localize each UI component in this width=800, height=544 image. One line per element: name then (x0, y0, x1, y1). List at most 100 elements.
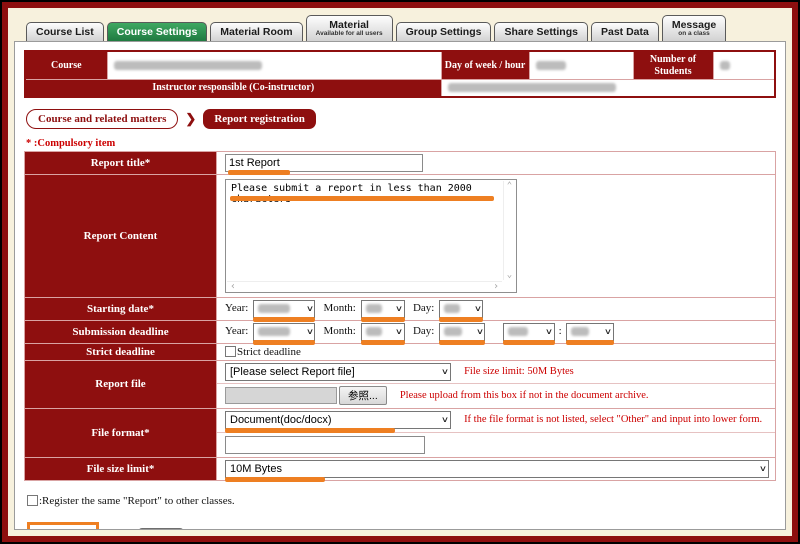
back-button[interactable]: Back (139, 529, 183, 531)
register-other-checkbox[interactable] (27, 495, 38, 506)
deadline-year-select[interactable]: ∨ (253, 323, 315, 341)
starting-year-select[interactable]: ∨ (253, 300, 315, 318)
report-title-row: Report title* (25, 151, 776, 174)
annotation-underline (361, 317, 405, 322)
file-size-limit-row: File size limit* 10M Bytes∨ (25, 457, 776, 480)
report-title-cell (217, 151, 776, 174)
file-size-limit-select[interactable]: 10M Bytes ∨ (225, 460, 769, 478)
tab-label: Material Room (220, 26, 292, 38)
tab-label: Past Data (601, 26, 649, 38)
deadline-day-select[interactable]: ∨ (439, 323, 485, 341)
tab-bar: Course List Course Settings Material Roo… (14, 11, 786, 41)
file-format-other-input[interactable] (225, 436, 425, 454)
day-of-week-label: Day of week / hour (441, 51, 529, 80)
redacted-month (366, 327, 382, 336)
chevron-down-icon: ∨ (441, 367, 449, 376)
file-format-label: File format* (25, 408, 217, 457)
tab-past-data[interactable]: Past Data (591, 22, 659, 41)
scroll-left-icon[interactable]: ‹ (230, 281, 236, 292)
chevron-down-icon: ∨ (604, 327, 612, 336)
day-label: Day: (413, 302, 434, 314)
report-content-cell: Please submit a report in less than 2000… (217, 174, 776, 297)
starting-day-select[interactable]: ∨ (439, 300, 483, 318)
chevron-down-icon: ∨ (305, 327, 313, 336)
scroll-up-icon[interactable]: ⌃ (507, 181, 512, 191)
report-file-label: Report file (25, 360, 217, 408)
redacted-year (258, 304, 290, 313)
horizontal-scrollbar[interactable]: ‹ › (227, 281, 502, 291)
deadline-minute-select[interactable]: ∨ (566, 323, 614, 341)
starting-date-label: Starting date* (25, 297, 217, 320)
annotation-underline (230, 196, 494, 201)
tab-share-settings[interactable]: Share Settings (494, 22, 588, 41)
tab-group-settings[interactable]: Group Settings (396, 22, 492, 41)
year-label: Year: (225, 325, 248, 337)
browse-button[interactable]: 参照... (339, 386, 387, 405)
report-file-select[interactable]: [Please select Report file] ∨ (225, 363, 451, 381)
deadline-month-select[interactable]: ∨ (361, 323, 405, 341)
tab-course-settings[interactable]: Course Settings (107, 22, 208, 41)
annotation-underline (225, 428, 395, 433)
content-panel: Course Day of week / hour Number of Stud… (14, 41, 786, 530)
redacted-minute (571, 327, 589, 336)
instructor-value (441, 80, 775, 97)
instructor-label-text: Instructor responsible (Co-instructor) (152, 82, 314, 94)
strict-deadline-cell: Strict deadline (217, 343, 776, 360)
chevron-down-icon: ∨ (473, 304, 481, 313)
report-form-table: Report title* Report Content Please subm… (24, 151, 776, 481)
file-upload-field[interactable] (225, 387, 337, 404)
chevron-down-icon: ∨ (759, 464, 767, 473)
annotation-underline (361, 340, 405, 345)
file-format-other-line (217, 432, 775, 457)
annotation-underline (566, 340, 614, 345)
report-title-input[interactable] (225, 154, 423, 172)
chevron-down-icon: ∨ (395, 304, 403, 313)
chevron-down-icon: ∨ (395, 327, 403, 336)
redacted-month (366, 304, 382, 313)
month-label: Month: (323, 302, 355, 314)
tab-label: Course Settings (117, 26, 198, 38)
register-other-label: :Register the same "Report" to other cla… (39, 495, 235, 507)
report-file-select-value: [Please select Report file] (230, 366, 355, 378)
file-size-note: File size limit: 50M Bytes (464, 366, 574, 377)
compulsory-note: * :Compulsory item (26, 138, 776, 149)
file-format-note: If the file format is not listed, select… (464, 414, 762, 425)
file-format-select-line: Document(doc/docx) ∨ If the file format i… (217, 409, 775, 432)
course-value (107, 51, 441, 80)
redacted-instructor-value (448, 83, 616, 92)
annotation-highlight-box: Register (27, 522, 99, 531)
chevron-down-icon: ∨ (475, 327, 483, 336)
report-content-text: Please submit a report in less than 2000… (231, 183, 472, 205)
file-size-limit-cell: 10M Bytes ∨ (217, 457, 776, 480)
chevron-down-icon: ∨ (441, 415, 449, 424)
tab-label: Course List (36, 26, 94, 38)
strict-deadline-checkbox[interactable] (225, 346, 236, 357)
chevron-down-icon: ∨ (544, 327, 552, 336)
students-value (713, 51, 775, 80)
redacted-year (258, 327, 290, 336)
deadline-hour-select[interactable]: ∨ (503, 323, 555, 341)
starting-month-select[interactable]: ∨ (361, 300, 405, 318)
strict-deadline-row: Strict deadline Strict deadline (25, 343, 776, 360)
tab-material[interactable]: MaterialAvailable for all users (306, 15, 393, 41)
file-format-select-value: Document(doc/docx) (230, 414, 332, 426)
tab-material-room[interactable]: Material Room (210, 22, 302, 41)
starting-date-row: Starting date* Year: ∨ Month: ∨ Day: ∨ (25, 297, 776, 320)
file-format-select[interactable]: Document(doc/docx) ∨ (225, 411, 451, 429)
tab-message[interactable]: Messageon a class (662, 15, 726, 41)
file-format-cell: Document(doc/docx) ∨ If the file format i… (217, 408, 776, 457)
annotation-underline (439, 317, 483, 322)
tab-course-list[interactable]: Course List (26, 22, 104, 41)
scroll-down-icon[interactable]: ⌄ (507, 270, 512, 280)
annotation-underline (253, 340, 315, 345)
vertical-scrollbar[interactable]: ⌃ ⌄ (503, 181, 515, 280)
register-button[interactable]: Register (33, 530, 93, 531)
tab-label: Group Settings (406, 26, 482, 38)
breadcrumb-course-matters[interactable]: Course and related matters (26, 109, 178, 129)
page-frame: Course List Course Settings Material Roo… (2, 2, 798, 542)
file-size-limit-select-value: 10M Bytes (230, 463, 282, 475)
report-content-textarea[interactable]: Please submit a report in less than 2000… (225, 179, 517, 293)
course-label: Course (25, 51, 107, 80)
scroll-right-icon[interactable]: › (493, 281, 499, 292)
chevron-down-icon: ∨ (305, 304, 313, 313)
